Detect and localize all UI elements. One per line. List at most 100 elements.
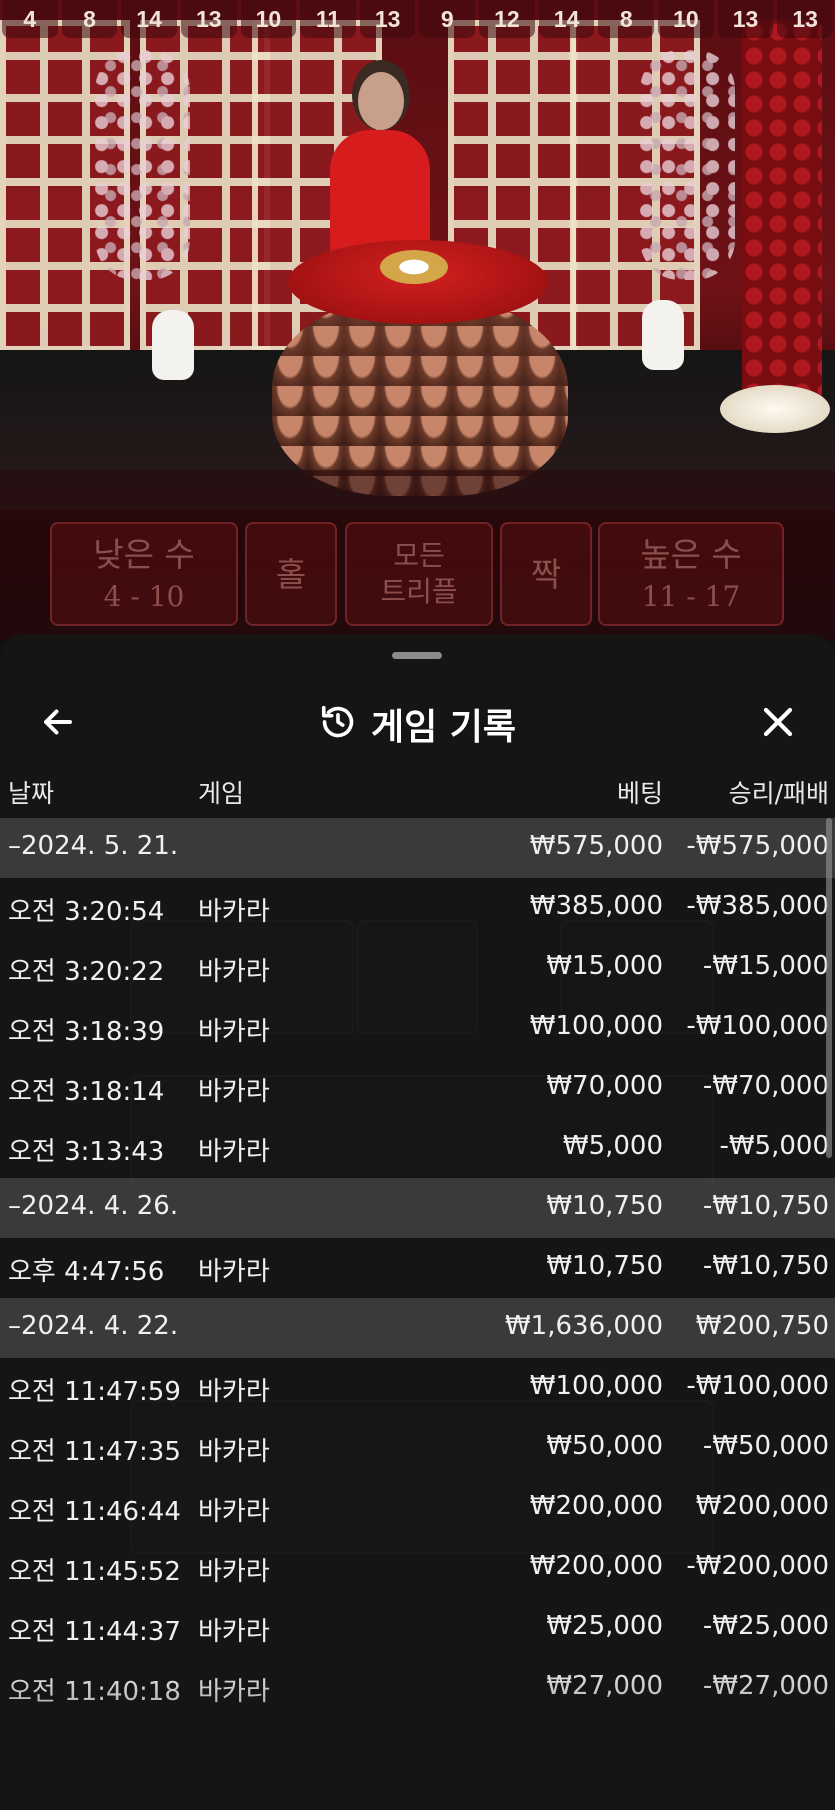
recent-results-bar: 4 8 14 13 10 11 13 9 12 14 8 10 13 13 bbox=[0, 0, 835, 44]
scrollbar[interactable] bbox=[826, 818, 832, 1158]
history-row[interactable]: 오전 3:13:43 바카라 ₩5,000 -₩5,000 bbox=[0, 1118, 835, 1178]
row-date: 오전 11:40:18 bbox=[8, 1677, 181, 1707]
row-date: 오전 3:18:39 bbox=[8, 1017, 165, 1047]
row-winloss: -₩10,750 bbox=[702, 1251, 829, 1281]
row-game: 바카라 bbox=[198, 1497, 270, 1527]
row-date: 오전 11:46:44 bbox=[8, 1497, 181, 1527]
result-value: 12 bbox=[479, 0, 535, 38]
row-game: 바카라 bbox=[198, 1437, 270, 1467]
blossom-decoration bbox=[640, 50, 735, 280]
row-winloss: -₩100,000 bbox=[686, 1011, 829, 1041]
row-bet: ₩100,000 bbox=[529, 1011, 663, 1041]
result-value: 10 bbox=[240, 0, 297, 38]
bet-triple-label-1: 모든 bbox=[393, 539, 445, 572]
row-game: 바카라 bbox=[198, 1677, 270, 1707]
result-value: 8 bbox=[598, 0, 655, 38]
date-group-row[interactable]: –2024. 4. 26. ₩10,750 -₩10,750 bbox=[0, 1178, 835, 1238]
row-bet: ₩70,000 bbox=[546, 1071, 663, 1101]
close-button[interactable] bbox=[750, 696, 806, 752]
row-bet: ₩10,750 bbox=[546, 1251, 663, 1281]
vase bbox=[642, 300, 684, 370]
blossom-decoration bbox=[95, 50, 190, 280]
row-winloss: -₩27,000 bbox=[702, 1671, 829, 1701]
history-row[interactable]: 오전 11:40:18 바카라 ₩27,000 -₩27,000 bbox=[0, 1658, 835, 1718]
bet-low-range: 4 - 10 bbox=[103, 580, 185, 613]
row-bet: ₩5,000 bbox=[562, 1131, 663, 1161]
row-winloss: -₩100,000 bbox=[686, 1371, 829, 1401]
result-value: 13 bbox=[180, 0, 237, 38]
title-group: 게임 기록 bbox=[0, 674, 835, 774]
result-value: 4 bbox=[2, 0, 58, 38]
row-winloss: -₩10,750 bbox=[702, 1191, 829, 1221]
row-date: 오후 4:47:56 bbox=[8, 1257, 165, 1287]
pillar bbox=[742, 20, 822, 400]
bet-even[interactable]: 짝 bbox=[500, 522, 592, 626]
row-bet: ₩10,750 bbox=[546, 1191, 663, 1221]
result-value: 9 bbox=[419, 0, 476, 38]
drag-handle[interactable] bbox=[392, 652, 442, 659]
bet-high[interactable]: 높은 수 11 - 17 bbox=[598, 522, 784, 626]
bet-odd[interactable]: 홀 bbox=[245, 522, 337, 626]
row-date: –2024. 4. 22. bbox=[8, 1311, 179, 1341]
history-row[interactable]: 오전 3:20:22 바카라 ₩15,000 -₩15,000 bbox=[0, 938, 835, 998]
col-date: 날짜 bbox=[8, 779, 55, 808]
row-winloss: -₩5,000 bbox=[719, 1131, 829, 1161]
back-button[interactable] bbox=[30, 696, 86, 752]
row-bet: ₩575,000 bbox=[529, 831, 663, 861]
row-winloss: -₩200,000 bbox=[686, 1551, 829, 1581]
col-bet: 베팅 bbox=[616, 779, 663, 808]
history-row[interactable]: 오전 3:18:14 바카라 ₩70,000 -₩70,000 bbox=[0, 1058, 835, 1118]
row-bet: ₩50,000 bbox=[546, 1431, 663, 1461]
row-bet: ₩200,000 bbox=[529, 1551, 663, 1581]
arrow-left-icon bbox=[40, 704, 76, 744]
result-value: 11 bbox=[300, 0, 356, 38]
history-row[interactable]: 오전 3:18:39 바카라 ₩100,000 -₩100,000 bbox=[0, 998, 835, 1058]
row-game: 바카라 bbox=[198, 897, 270, 927]
bet-odd-label: 홀 bbox=[275, 555, 307, 594]
history-row[interactable]: 오후 4:47:56 바카라 ₩10,750 -₩10,750 bbox=[0, 1238, 835, 1298]
row-winloss: -₩385,000 bbox=[686, 891, 829, 921]
sheet-title: 게임 기록 bbox=[370, 707, 516, 748]
result-value: 13 bbox=[359, 0, 416, 38]
row-date: 오전 3:13:43 bbox=[8, 1137, 165, 1167]
col-winloss: 승리/패배 bbox=[728, 779, 829, 808]
history-row[interactable]: 오전 11:47:59 바카라 ₩100,000 -₩100,000 bbox=[0, 1358, 835, 1418]
row-date: 오전 11:47:59 bbox=[8, 1377, 181, 1407]
result-value: 13 bbox=[777, 0, 833, 38]
row-winloss: -₩15,000 bbox=[702, 951, 829, 981]
row-game: 바카라 bbox=[198, 1017, 270, 1047]
date-group-row[interactable]: –2024. 4. 22. ₩1,636,000 ₩200,750 bbox=[0, 1298, 835, 1358]
row-bet: ₩25,000 bbox=[546, 1611, 663, 1641]
bet-low[interactable]: 낮은 수 4 - 10 bbox=[50, 522, 238, 626]
bet-any-triple[interactable]: 모든 트리플 bbox=[345, 522, 493, 626]
bet-high-label: 높은 수 bbox=[640, 535, 742, 574]
row-date: –2024. 5. 21. bbox=[8, 831, 179, 861]
history-list[interactable]: –2024. 5. 21. ₩575,000 -₩575,000 오전 3:20:54… bbox=[0, 818, 835, 1718]
row-game: 바카라 bbox=[198, 1557, 270, 1587]
history-row[interactable]: 오전 11:44:37 바카라 ₩25,000 -₩25,000 bbox=[0, 1598, 835, 1658]
date-group-row[interactable]: –2024. 5. 21. ₩575,000 -₩575,000 bbox=[0, 818, 835, 878]
row-winloss: ₩200,000 bbox=[695, 1491, 829, 1521]
history-row[interactable]: 오전 3:20:54 바카라 ₩385,000 -₩385,000 bbox=[0, 878, 835, 938]
column-headers: 날짜 게임 베팅 승리/패배 bbox=[0, 766, 835, 816]
row-bet: ₩385,000 bbox=[529, 891, 663, 921]
row-game: 바카라 bbox=[198, 957, 270, 987]
bet-even-label: 짝 bbox=[530, 555, 562, 594]
bet-low-label: 낮은 수 bbox=[93, 535, 195, 574]
pillar-base bbox=[720, 385, 830, 433]
history-row[interactable]: 오전 11:47:35 바카라 ₩50,000 -₩50,000 bbox=[0, 1418, 835, 1478]
row-date: –2024. 4. 26. bbox=[8, 1191, 179, 1221]
dealer-head bbox=[358, 72, 404, 130]
sheet-header: 게임 기록 bbox=[0, 674, 835, 774]
row-date: 오전 3:18:14 bbox=[8, 1077, 165, 1107]
live-video-feed: 낮은 수 4 - 10 홀 모든 트리플 짝 높은 수 11 - 17 bbox=[0, 0, 835, 640]
row-bet: ₩15,000 bbox=[546, 951, 663, 981]
row-date: 오전 11:47:35 bbox=[8, 1437, 181, 1467]
row-date: 오전 3:20:22 bbox=[8, 957, 165, 987]
history-row[interactable]: 오전 11:46:44 바카라 ₩200,000 ₩200,000 bbox=[0, 1478, 835, 1538]
row-winloss: ₩200,750 bbox=[695, 1311, 829, 1341]
result-value: 14 bbox=[538, 0, 595, 38]
row-game: 바카라 bbox=[198, 1617, 270, 1647]
history-row[interactable]: 오전 11:45:52 바카라 ₩200,000 -₩200,000 bbox=[0, 1538, 835, 1598]
row-winloss: -₩50,000 bbox=[702, 1431, 829, 1461]
